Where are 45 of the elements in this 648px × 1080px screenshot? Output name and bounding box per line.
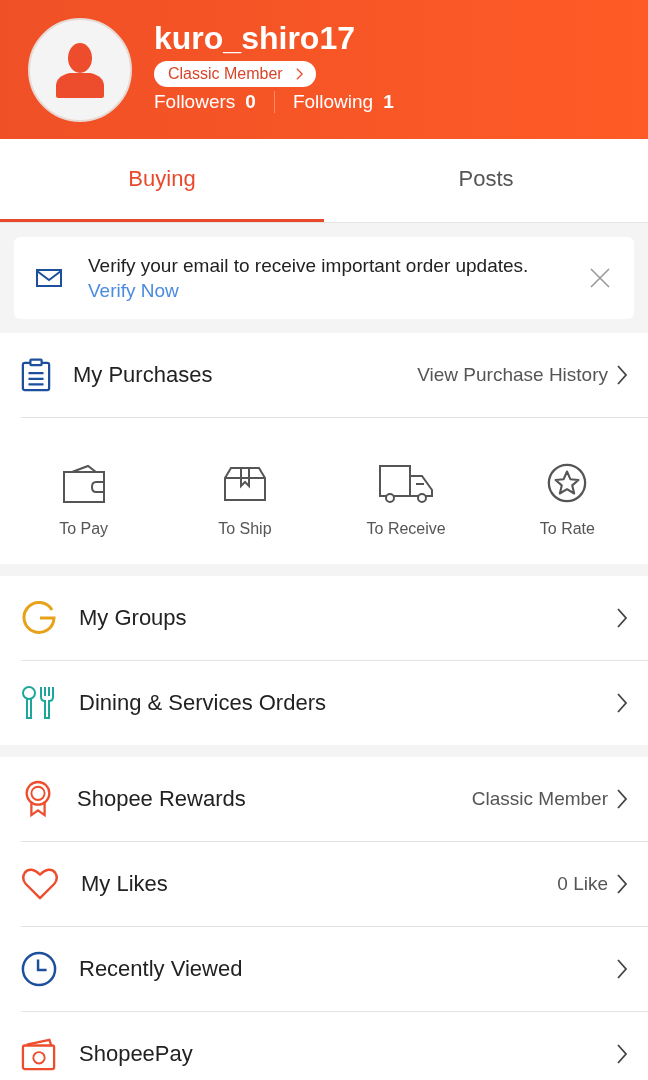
menu-row[interactable]: Dining & Services Orders — [21, 661, 648, 745]
row-detail: View Purchase History — [417, 364, 608, 386]
row-title: Recently Viewed — [79, 956, 244, 982]
order-status-button[interactable]: To Rate — [486, 442, 648, 538]
chevron-icon — [616, 873, 628, 895]
row-detail: Classic Member — [471, 788, 608, 810]
row-detail: 0 Like — [557, 873, 608, 895]
chevron-icon — [294, 67, 304, 81]
mail-icon — [36, 268, 62, 288]
purchases-row[interactable]: My Purchases View Purchase History — [21, 333, 648, 417]
row-title: My Purchases — [73, 362, 214, 388]
row-title: ShopeePay — [79, 1041, 194, 1067]
order-status-button[interactable]: To Pay — [3, 442, 165, 538]
clock-icon — [21, 951, 57, 987]
verify-link[interactable]: Verify Now — [88, 280, 179, 301]
box-icon — [222, 464, 267, 504]
truck-icon — [378, 464, 435, 504]
membership-badge[interactable]: Classic Member — [154, 61, 316, 87]
row-title: Shopee Rewards — [77, 786, 247, 812]
menu-row[interactable]: My Groups — [21, 576, 648, 660]
chevron-icon — [616, 958, 628, 980]
menu-row[interactable]: ShopeePay — [21, 1012, 648, 1080]
menu-row[interactable]: Shopee Rewards Classic Member — [21, 757, 648, 841]
menu-row[interactable]: Recently Viewed — [21, 927, 648, 1011]
row-title: Dining & Services Orders — [79, 690, 327, 716]
menu-row[interactable]: My Likes 0 Like — [21, 842, 648, 926]
notice-text: Verify your email to receive important order updates. Verify Now — [88, 254, 530, 303]
username: kuro_shiro17 — [154, 20, 355, 57]
chevron-icon — [616, 692, 628, 714]
chevron-icon — [616, 788, 628, 810]
heart-icon — [21, 867, 59, 901]
following-count: 1 — [383, 91, 394, 113]
row-title: My Groups — [79, 605, 188, 631]
wallet-icon — [21, 1037, 57, 1071]
chevron-icon — [616, 607, 628, 629]
followers-count: 0 — [245, 91, 256, 113]
chevron-icon — [616, 364, 628, 386]
wallet-icon — [61, 464, 106, 504]
row-title: My Likes — [81, 871, 169, 897]
chevron-icon — [616, 1043, 628, 1065]
order-status-button[interactable]: To Receive — [325, 442, 487, 538]
close-icon[interactable] — [590, 268, 610, 288]
clipboard-icon — [21, 358, 51, 392]
order-status-button[interactable]: To Ship — [164, 442, 326, 538]
spoon-fork-icon — [21, 685, 57, 721]
